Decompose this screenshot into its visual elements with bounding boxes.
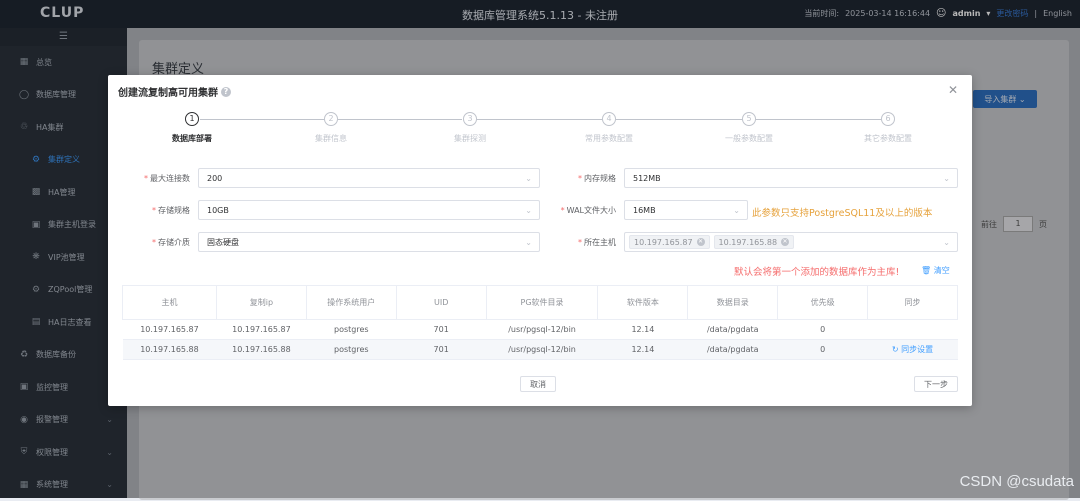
dialog-title: 创建流复制高可用集群 ? [118, 84, 231, 99]
sync-icon: ↻ [892, 345, 899, 354]
chevron-down-icon: ⌄ [525, 174, 532, 183]
watermark: CSDN @csudata [960, 473, 1074, 490]
column-header: PG软件目录 [486, 286, 598, 320]
chevron-down-icon: ⌄ [525, 206, 532, 215]
column-header: UID [396, 286, 486, 320]
wal-size-select[interactable]: 16MB⌄ [624, 200, 748, 220]
table-row: 10.197.165.88 10.197.165.88 postgres 701… [123, 340, 958, 360]
step-2: 2集群信息 [281, 112, 381, 144]
sync-settings-link[interactable]: ↻ 同步设置 [892, 345, 933, 354]
column-header: 优先级 [778, 286, 868, 320]
close-icon[interactable]: ✕ [697, 238, 705, 246]
step-3: 3集群探测 [420, 112, 520, 144]
storage-row: *存储规格 10GB⌄ [108, 200, 540, 220]
storage-medium-row: *存储介质 固态硬盘⌄ [108, 232, 540, 252]
clear-button[interactable]: 🗑 清空 [921, 265, 950, 276]
column-header: 操作系统用户 [306, 286, 396, 320]
chevron-down-icon: ⌄ [733, 206, 740, 215]
wal-size-row: *WAL文件大小 16MB⌄ [532, 200, 748, 220]
memory-row: *内存规格 512MB⌄ [532, 168, 958, 188]
storage-select[interactable]: 10GB⌄ [198, 200, 540, 220]
wal-version-note: 此参数只支持PostgreSQL11及以上的版本 [752, 205, 932, 219]
next-button[interactable]: 下一步 [914, 376, 958, 392]
cancel-button[interactable]: 取消 [520, 376, 556, 392]
step-connector [338, 119, 462, 120]
host-tag: 10.197.165.88✕ [714, 235, 795, 249]
max-connections-row: *最大连接数 200⌄ [108, 168, 540, 188]
storage-medium-select[interactable]: 固态硬盘⌄ [198, 232, 540, 252]
host-multi-select[interactable]: 10.197.165.87✕ 10.197.165.88✕ ⌄ [624, 232, 958, 252]
column-header: 数据目录 [688, 286, 778, 320]
steps: 1数据库部署 2集群信息 3集群探测 4常用参数配置 5一般参数配置 6其它参数… [108, 112, 972, 152]
chevron-down-icon: ⌄ [525, 238, 532, 247]
table-header-row: 主机 复制ip 操作系统用户 UID PG软件目录 软件版本 数据目录 优先级 … [123, 286, 958, 320]
primary-db-note: 默认会将第一个添加的数据库作为主库! [734, 264, 899, 278]
column-header: 复制ip [216, 286, 306, 320]
column-header: 主机 [123, 286, 217, 320]
host-tag: 10.197.165.87✕ [629, 235, 710, 249]
host-table: 主机 复制ip 操作系统用户 UID PG软件目录 软件版本 数据目录 优先级 … [122, 285, 958, 360]
step-connector [200, 119, 324, 120]
close-icon[interactable]: ✕ [948, 83, 958, 97]
host-row: *所在主机 10.197.165.87✕ 10.197.165.88✕ ⌄ [532, 232, 958, 252]
trash-icon: 🗑 [921, 266, 931, 275]
step-connector [756, 119, 881, 120]
step-6: 6其它参数配置 [838, 112, 938, 144]
chevron-down-icon: ⌄ [943, 238, 950, 247]
close-icon[interactable]: ✕ [781, 238, 789, 246]
step-4: 4常用参数配置 [559, 112, 659, 144]
column-header: 同步 [868, 286, 958, 320]
step-5: 5一般参数配置 [699, 112, 799, 144]
memory-select[interactable]: 512MB⌄ [624, 168, 958, 188]
step-connector [616, 119, 742, 120]
help-icon[interactable]: ? [221, 87, 231, 97]
chevron-down-icon: ⌄ [943, 174, 950, 183]
create-cluster-dialog: 创建流复制高可用集群 ? ✕ 1数据库部署 2集群信息 3集群探测 4常用参数配… [108, 75, 972, 406]
max-connections-select[interactable]: 200⌄ [198, 168, 540, 188]
column-header: 软件版本 [598, 286, 688, 320]
step-connector [477, 119, 602, 120]
step-1: 1数据库部署 [142, 112, 242, 144]
table-row: 10.197.165.87 10.197.165.87 postgres 701… [123, 320, 958, 340]
